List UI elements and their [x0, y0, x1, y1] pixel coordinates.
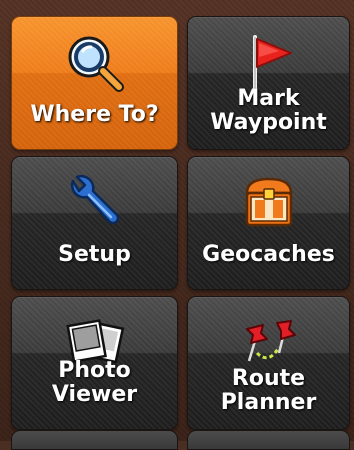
mark-waypoint-button[interactable]: Mark Waypoint [187, 16, 350, 150]
where-to-label: Where To? [30, 102, 159, 127]
geocaches-button[interactable]: Geocaches [187, 156, 350, 290]
menu-grid: Where To? Mark Waypoint Setup Geocaches … [11, 16, 350, 430]
route-planner-label: Route Planner [220, 366, 317, 415]
setup-button[interactable]: Setup [11, 156, 178, 290]
pushpins-icon [245, 320, 296, 362]
magnifier-icon [68, 36, 124, 92]
flag-icon [252, 35, 292, 93]
mark-waypoint-label: Mark Waypoint [210, 86, 327, 135]
partial-tile[interactable] [187, 430, 350, 450]
photo-viewer-label: Photo Viewer [51, 358, 138, 407]
next-row-partial [11, 430, 350, 450]
geocaches-label: Geocaches [202, 242, 335, 267]
main-menu-screen: Where To? Mark Waypoint Setup Geocaches … [0, 0, 354, 450]
partial-tile[interactable] [11, 430, 178, 450]
where-to-button[interactable]: Where To? [11, 16, 178, 150]
treasure-chest-icon [245, 177, 292, 227]
photo-viewer-button[interactable]: Photo Viewer [11, 296, 178, 430]
setup-label: Setup [58, 242, 131, 267]
route-planner-button[interactable]: Route Planner [187, 296, 350, 430]
wrench-icon [70, 174, 119, 225]
